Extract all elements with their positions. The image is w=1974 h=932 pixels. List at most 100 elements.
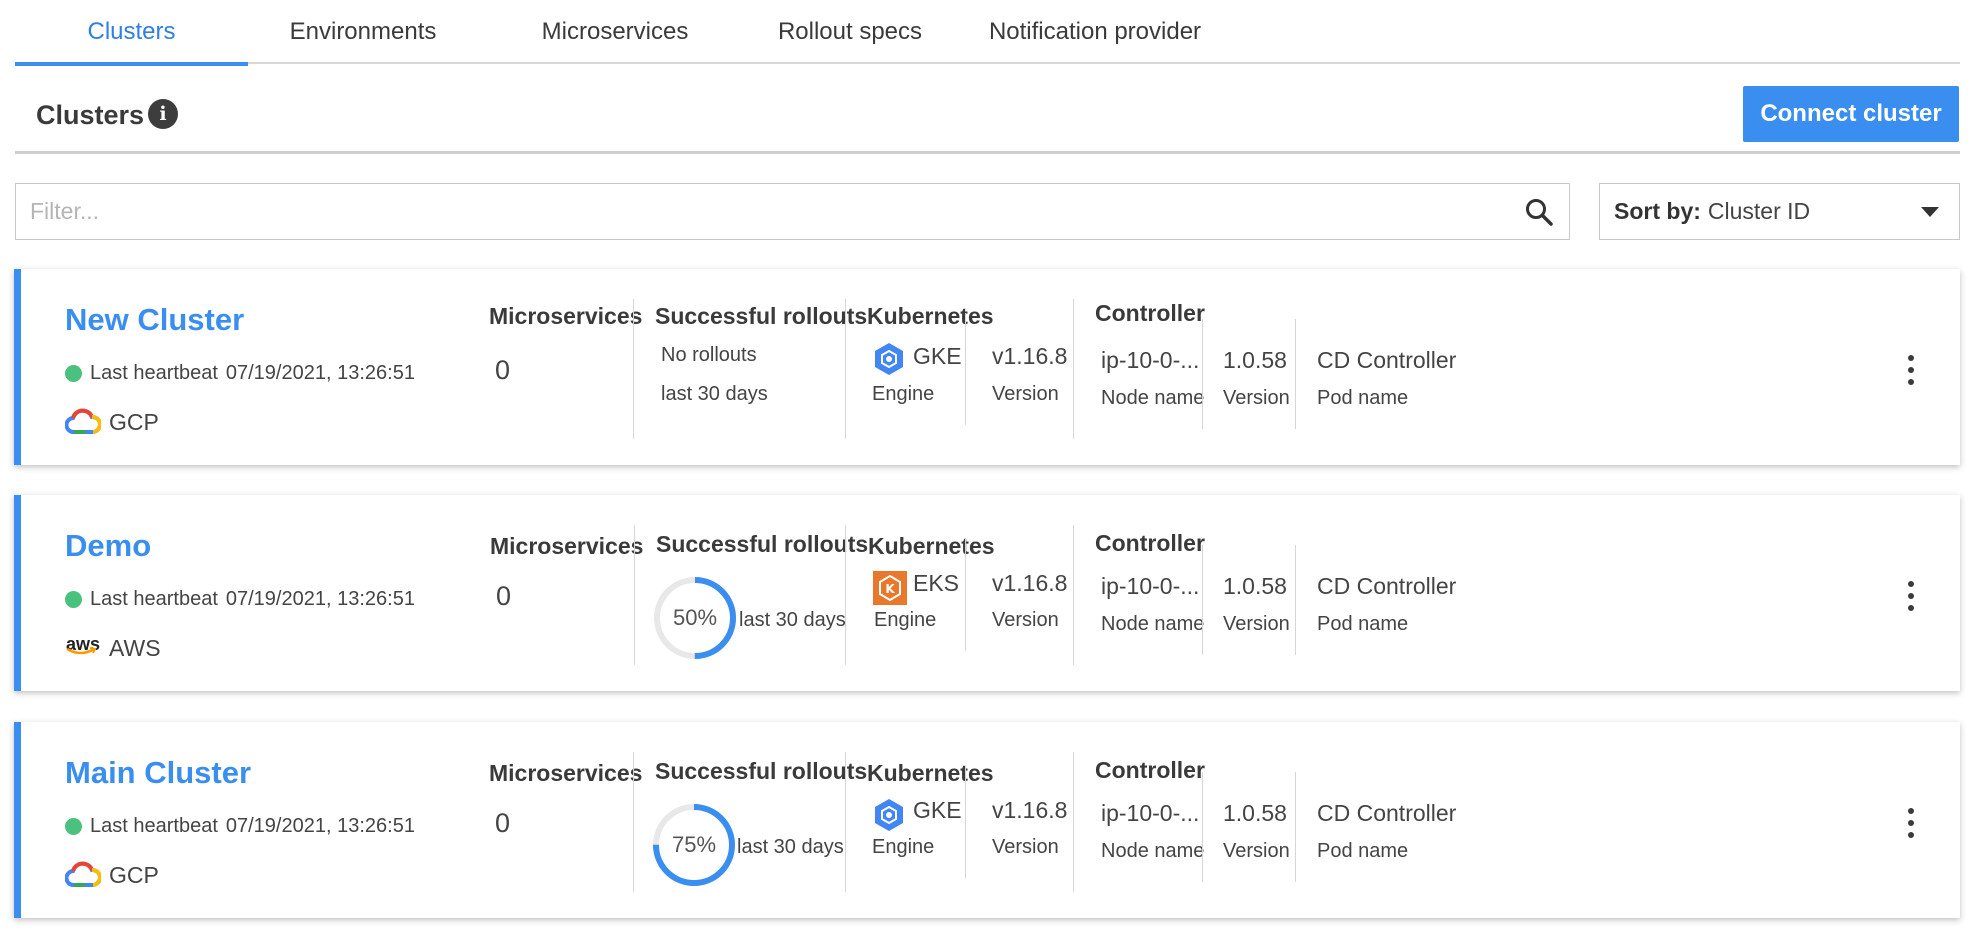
k8s-version-label: Version (992, 836, 1059, 858)
connect-cluster-button[interactable]: Connect cluster (1743, 86, 1959, 142)
rollouts-period: last 30 days (739, 609, 846, 631)
page-header: Clusters i Connect cluster (15, 64, 1960, 154)
controller-version-label: Version (1223, 840, 1290, 862)
k8s-version: v1.16.8 (992, 343, 1068, 369)
node-name-label: Node name (1101, 840, 1205, 862)
k8s-version-label: Version (992, 609, 1059, 631)
divider (634, 525, 635, 665)
rollouts-ring: 50% (652, 575, 738, 661)
rollouts-period: last 30 days (737, 836, 844, 858)
svg-text:K: K (885, 582, 895, 596)
heartbeat: Last heartbeat 07/19/2021, 13:26:51 (65, 815, 415, 838)
rollouts-title: Successful rollouts (655, 758, 868, 784)
microservices-count: 0 (495, 355, 511, 385)
cluster-name[interactable]: New Cluster (65, 302, 244, 338)
rollouts-ring: 75% (651, 802, 737, 888)
engine-name: GKE (913, 343, 962, 369)
divider (845, 752, 846, 892)
controller-title: Controller (1095, 757, 1205, 783)
filter-input[interactable] (16, 184, 1506, 239)
node-name: ip-10-0-... (1101, 347, 1200, 373)
gke-icon (875, 343, 903, 375)
microservices-count: 0 (496, 581, 512, 611)
heartbeat-time: 07/19/2021, 13:26:51 (225, 588, 415, 610)
controller-version-label: Version (1223, 613, 1290, 635)
kubernetes-title: Kubernetes (867, 303, 994, 329)
tab-bar: Clusters Environments Microservices Roll… (15, 0, 1960, 66)
k8s-version: v1.16.8 (992, 797, 1068, 823)
gcp-cloud-icon (65, 860, 101, 890)
controller-version: 1.0.58 (1223, 573, 1287, 599)
rollouts-title: Successful rollouts (656, 531, 869, 557)
status-dot (65, 818, 82, 835)
controller-version-label: Version (1223, 387, 1290, 409)
pod-name-label: Pod name (1317, 387, 1409, 409)
divider (1073, 752, 1074, 892)
info-icon[interactable]: i (148, 99, 178, 129)
provider: GCP (65, 860, 159, 890)
rollouts-percent: 75% (671, 832, 717, 857)
pod-name: CD Controller (1317, 800, 1457, 826)
divider (845, 299, 846, 439)
node-name-label: Node name (1101, 613, 1205, 635)
divider (1202, 545, 1203, 655)
status-dot (65, 591, 82, 608)
tab-rollout-specs[interactable]: Rollout specs (750, 0, 950, 64)
rollouts-percent: 50% (672, 605, 718, 630)
pod-name: CD Controller (1317, 573, 1457, 599)
divider (633, 752, 634, 892)
kubernetes-title: Kubernetes (867, 760, 994, 786)
engine-label: Engine (872, 836, 935, 858)
heartbeat: Last heartbeat 07/19/2021, 13:26:51 (65, 588, 415, 611)
engine-name: GKE (913, 797, 962, 823)
controller-title: Controller (1095, 530, 1205, 556)
sort-value: Cluster ID (1707, 198, 1811, 224)
divider (965, 539, 966, 651)
heartbeat-label: Last heartbeat (90, 815, 218, 837)
cluster-card: Demo Last heartbeat 07/19/2021, 13:26:51… (14, 495, 1960, 691)
tab-clusters[interactable]: Clusters (15, 0, 248, 66)
cluster-name[interactable]: Main Cluster (65, 755, 251, 791)
pod-name: CD Controller (1317, 347, 1457, 373)
more-options-icon[interactable] (1901, 580, 1921, 616)
search-icon[interactable] (1524, 197, 1554, 227)
aws-logo-icon: aws (65, 633, 101, 663)
rollouts-title: Successful rollouts (655, 303, 868, 329)
node-name-label: Node name (1101, 387, 1205, 409)
k8s-version-label: Version (992, 383, 1059, 405)
engine-label: Engine (874, 609, 937, 631)
filter-box (15, 183, 1570, 240)
heartbeat-label: Last heartbeat (90, 362, 218, 384)
microservices-title: Microservices (489, 303, 643, 329)
divider (633, 299, 634, 439)
chevron-down-icon (1921, 207, 1939, 217)
heartbeat-time: 07/19/2021, 13:26:51 (225, 362, 415, 384)
gcp-cloud-icon (65, 407, 101, 437)
heartbeat: Last heartbeat 07/19/2021, 13:26:51 (65, 362, 415, 385)
rollouts-period: last 30 days (661, 383, 768, 405)
cluster-card: New Cluster Last heartbeat 07/19/2021, 1… (14, 269, 1960, 465)
status-dot (65, 365, 82, 382)
pod-name-label: Pod name (1317, 613, 1409, 635)
sort-dropdown[interactable]: Sort by: Cluster ID (1599, 183, 1960, 240)
divider (1202, 772, 1203, 882)
engine-label: Engine (872, 383, 935, 405)
tab-microservices[interactable]: Microservices (515, 0, 715, 64)
tab-environments[interactable]: Environments (263, 0, 463, 64)
heartbeat-label: Last heartbeat (90, 588, 218, 610)
k8s-version: v1.16.8 (992, 570, 1068, 596)
node-name: ip-10-0-... (1101, 800, 1200, 826)
tab-notification-provider[interactable]: Notification provider (975, 0, 1215, 64)
provider-name: GCP (109, 861, 159, 888)
more-options-icon[interactable] (1901, 354, 1921, 390)
divider (1295, 319, 1296, 429)
controller-version: 1.0.58 (1223, 347, 1287, 373)
controller-version: 1.0.58 (1223, 800, 1287, 826)
rollouts-status: No rollouts (661, 344, 757, 366)
more-options-icon[interactable] (1901, 807, 1921, 843)
pod-name-label: Pod name (1317, 840, 1409, 862)
cluster-name[interactable]: Demo (65, 528, 151, 564)
kubernetes-title: Kubernetes (868, 533, 995, 559)
engine-name: EKS (913, 570, 960, 596)
divider (965, 313, 966, 425)
